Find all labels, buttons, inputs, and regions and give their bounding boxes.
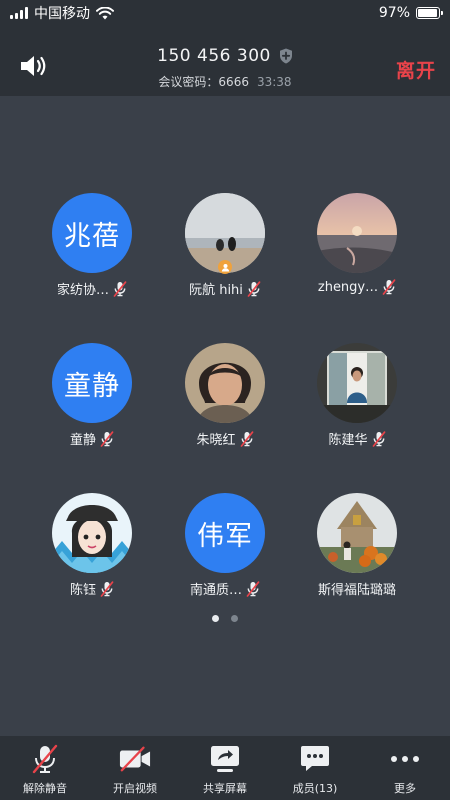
participant-name: zhengy… xyxy=(317,279,379,295)
carrier-name: 中国移动 xyxy=(34,6,90,22)
participant-tile[interactable]: 兆蓓 家纺协… xyxy=(17,193,167,313)
participant-tile[interactable]: 陈建华 xyxy=(282,343,432,463)
more-button[interactable]: 更多 xyxy=(360,744,450,796)
leave-button[interactable]: 离开 xyxy=(396,56,436,83)
avatar: 兆蓓 xyxy=(52,193,132,273)
sunset-sea-image xyxy=(317,193,397,273)
participant-tile[interactable]: zhengy… xyxy=(282,193,432,313)
cartoon-girl-image xyxy=(52,493,132,573)
participant-name-row: 南通质… xyxy=(150,579,300,598)
participant-tile[interactable]: 童静 童静 xyxy=(17,343,167,463)
avatar xyxy=(185,343,265,423)
participant-name: 家纺协… xyxy=(56,283,109,298)
mic-muted-icon xyxy=(29,744,61,774)
mic-muted-icon xyxy=(382,279,396,295)
shield-icon[interactable] xyxy=(279,48,293,64)
participant-tile[interactable]: 阮航 hihi xyxy=(150,193,300,313)
participant-tile[interactable]: 陈钰 xyxy=(17,493,167,613)
avatar xyxy=(317,343,397,423)
avatar xyxy=(317,493,397,573)
participant-tile[interactable]: 伟军 南通质… xyxy=(150,493,300,613)
members-label: 成员(13) xyxy=(292,782,338,795)
status-left: 中国移动 xyxy=(10,3,114,23)
meeting-subtitle: 会议密码：6666 33:38 xyxy=(0,73,450,90)
participant-name-row: 斯得福陆璐璐 xyxy=(282,579,432,598)
meeting-header: 150 456 300 会议密码：6666 33:38 离开 xyxy=(0,26,450,96)
participant-name-row: 朱晓红 xyxy=(150,429,300,448)
meeting-password: 会议密码：6666 xyxy=(158,75,249,89)
participant-name-row: 陈钰 xyxy=(17,579,167,598)
bottom-toolbar: 解除静音 开启视频 共享屏幕 成员(13) 更多 xyxy=(0,736,450,800)
page-indicator xyxy=(0,615,450,622)
page-dot-active[interactable] xyxy=(212,615,219,622)
participant-name: 陈钰 xyxy=(69,583,96,598)
participant-name: 朱晓红 xyxy=(196,433,236,448)
members-button[interactable]: 成员(13) xyxy=(270,744,360,796)
unmute-button[interactable]: 解除静音 xyxy=(0,744,90,796)
participant-name-row: 陈建华 xyxy=(282,429,432,448)
mic-muted-icon xyxy=(372,430,385,447)
participant-name-row: 阮航 hihi xyxy=(150,279,300,298)
status-right: 97% xyxy=(378,5,443,21)
video-off-icon xyxy=(119,744,151,774)
participant-tile[interactable]: 斯得福陆璐璐 xyxy=(282,493,432,613)
participant-tile[interactable]: 朱晓红 xyxy=(150,343,300,463)
mic-muted-icon xyxy=(240,430,253,447)
more-label: 更多 xyxy=(394,782,416,795)
unmute-label: 解除静音 xyxy=(23,782,67,795)
mic-muted-icon xyxy=(246,580,260,597)
avatar xyxy=(317,193,397,273)
participant-name: 斯得福陆璐璐 xyxy=(317,583,396,598)
meeting-id[interactable]: 150 456 300 xyxy=(157,46,271,66)
battery-icon xyxy=(416,7,443,19)
status-bar: 中国移动 97% xyxy=(0,0,450,26)
battery-percent: 97% xyxy=(378,5,410,21)
participant-name: 陈建华 xyxy=(328,433,368,448)
child-pumpkins-image xyxy=(317,493,397,573)
mic-muted-icon xyxy=(100,430,114,447)
wifi-icon xyxy=(96,6,114,19)
participant-name-row: zhengy… xyxy=(282,279,432,295)
participant-name: 童静 xyxy=(69,433,96,448)
share-screen-label: 共享屏幕 xyxy=(203,782,247,795)
mic-muted-icon xyxy=(247,280,261,297)
participant-name-row: 童静 xyxy=(17,429,167,448)
start-video-label: 开启视频 xyxy=(113,782,157,795)
signal-icon xyxy=(10,7,28,19)
share-screen-icon xyxy=(209,744,241,774)
participant-name-row: 家纺协… xyxy=(17,279,167,298)
meeting-timer: 33:38 xyxy=(256,75,292,89)
mic-muted-icon xyxy=(113,280,127,297)
avatar xyxy=(52,493,132,573)
participant-name: 南通质… xyxy=(189,583,242,598)
start-video-button[interactable]: 开启视频 xyxy=(90,744,180,796)
battery-fill xyxy=(418,9,438,17)
participant-name: 阮航 hihi xyxy=(189,283,243,298)
more-dots-icon xyxy=(389,744,421,774)
avatar: 伟军 xyxy=(185,493,265,573)
woman-portrait-image xyxy=(185,343,265,423)
page-dot[interactable] xyxy=(231,615,238,622)
avatar: 童静 xyxy=(52,343,132,423)
chat-dots-icon xyxy=(299,744,331,774)
mic-muted-icon xyxy=(100,580,114,597)
meeting-id-row: 150 456 300 xyxy=(0,46,450,66)
share-screen-button[interactable]: 共享屏幕 xyxy=(180,744,270,796)
woman-window-image xyxy=(317,343,397,423)
host-badge-icon xyxy=(218,260,232,274)
